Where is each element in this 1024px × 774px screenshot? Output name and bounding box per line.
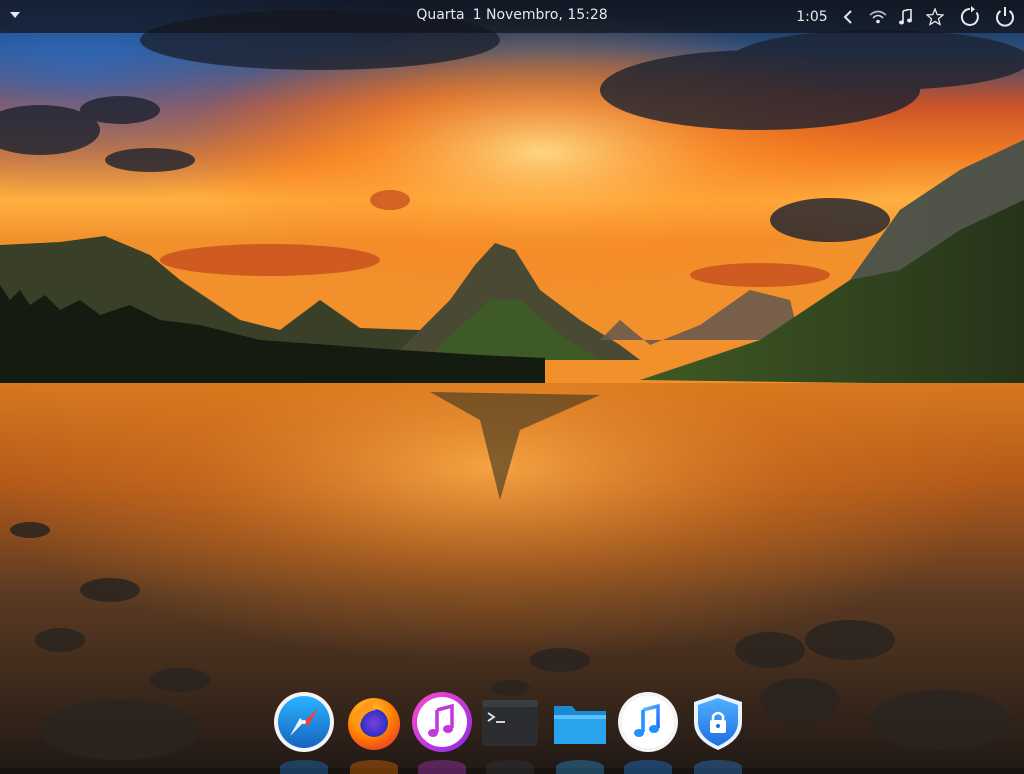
panel-menu-arrow-icon[interactable] bbox=[10, 12, 20, 18]
files-folder-icon bbox=[554, 706, 606, 744]
music-icon bbox=[618, 692, 678, 752]
application-dock bbox=[270, 686, 760, 774]
desktop-wallpaper bbox=[0, 0, 1024, 768]
wifi-icon[interactable] bbox=[866, 0, 890, 33]
battery-time-indicator[interactable]: 1:05 bbox=[792, 0, 832, 33]
top-panel: Quarta 1 Novembro, 15:28 1:05 bbox=[0, 0, 1024, 33]
dock-item-music[interactable] bbox=[616, 690, 680, 774]
dock-item-security[interactable] bbox=[686, 690, 750, 774]
dock-item-firefox[interactable] bbox=[342, 690, 406, 774]
terminal-icon bbox=[482, 700, 538, 746]
dock-item-itunes[interactable] bbox=[410, 690, 474, 774]
battery-time-label: 1:05 bbox=[796, 8, 828, 25]
itunes-icon bbox=[412, 692, 472, 752]
restart-icon[interactable] bbox=[956, 0, 984, 33]
power-icon[interactable] bbox=[991, 0, 1019, 33]
clock-date-time[interactable]: 1 Novembro, 15:28 bbox=[473, 7, 608, 23]
chevron-left-icon[interactable] bbox=[838, 0, 858, 33]
safari-compass-icon bbox=[274, 692, 334, 752]
dock-item-safari[interactable] bbox=[272, 690, 336, 774]
music-note-icon[interactable] bbox=[894, 0, 916, 33]
firefox-icon bbox=[348, 698, 400, 750]
star-icon[interactable] bbox=[923, 0, 947, 33]
dock-item-files[interactable] bbox=[548, 690, 612, 774]
lock-shield-icon bbox=[694, 694, 742, 750]
dock-item-terminal[interactable] bbox=[478, 690, 542, 774]
clock-day[interactable]: Quarta bbox=[416, 7, 464, 23]
